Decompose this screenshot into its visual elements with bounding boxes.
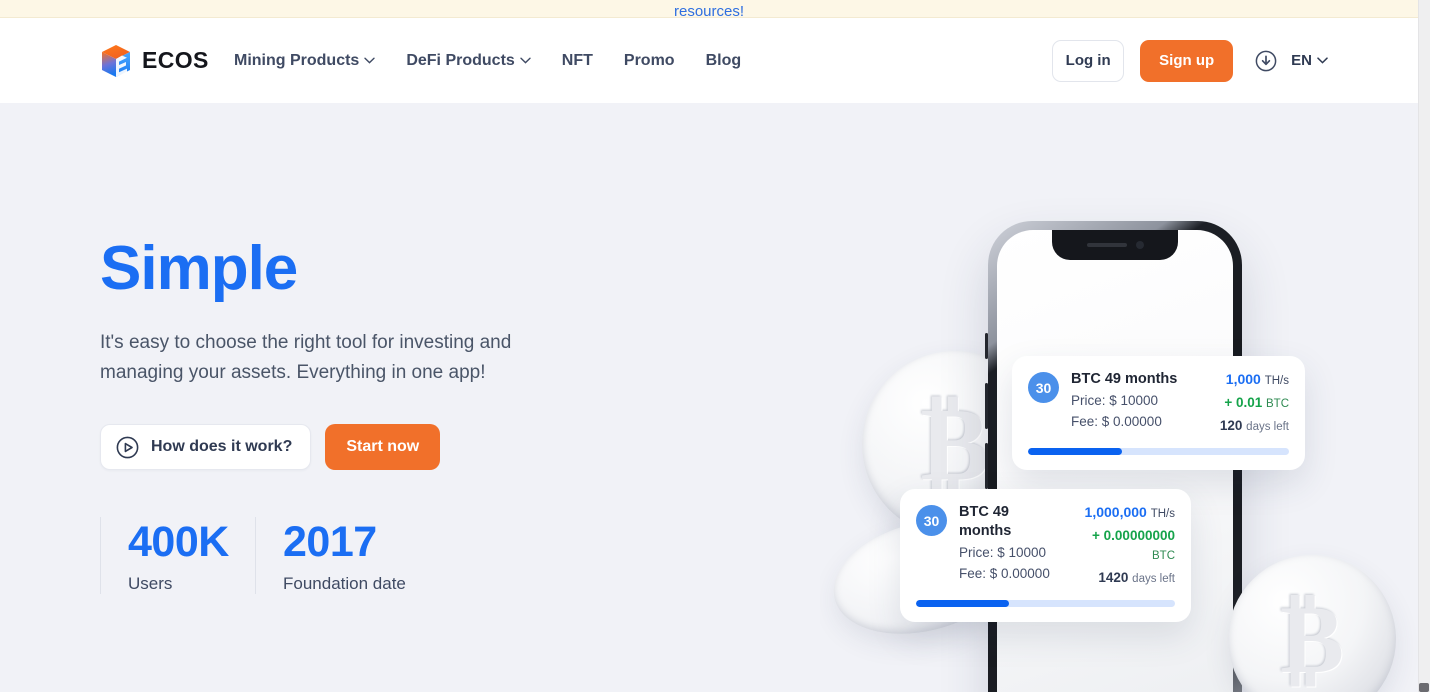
chevron-down-icon <box>364 57 376 64</box>
contract-price: Price: $ 10000 <box>1071 393 1159 408</box>
nav-item-promo[interactable]: Promo <box>624 52 675 70</box>
contract-title: BTC 49 months <box>1071 371 1178 387</box>
nav-item-nft[interactable]: NFT <box>562 52 593 70</box>
header-actions: Log in Sign up EN <box>1052 39 1328 82</box>
mining-contract-card[interactable]: 30 BTC 49 months Price: $ 10000 Fee: $ 0… <box>1012 356 1305 470</box>
profit-unit: BTC <box>1266 398 1289 410</box>
hero-illustration: ₿ ₿ ₿ 30 BTC 49 mo <box>820 103 1418 692</box>
mining-card-metrics: 1,000 TH/s + 0.01 BTC 120 days left <box>1220 370 1289 437</box>
language-selector[interactable]: EN <box>1291 52 1328 69</box>
hashrate-unit: TH/s <box>1150 508 1175 520</box>
how-does-it-work-label: How does it work? <box>151 438 293 455</box>
mining-card-details: BTC 49 months Price: $ 10000 Fee: $ 0.00… <box>959 503 1065 589</box>
promo-banner[interactable]: resources! <box>0 0 1418 18</box>
profit-unit: BTC <box>1152 550 1175 562</box>
brand-name: ECOS <box>142 47 209 73</box>
hashrate-unit: TH/s <box>1264 375 1289 387</box>
log-in-button[interactable]: Log in <box>1052 39 1125 82</box>
ecos-cube-icon <box>102 44 130 77</box>
play-circle-icon <box>116 436 139 458</box>
stat-label: Users <box>128 574 173 593</box>
phone-side-button <box>985 333 988 359</box>
contract-days-left: 120 days left <box>1220 416 1289 437</box>
nav-label: Blog <box>705 51 742 69</box>
promo-banner-text: resources! <box>673 3 745 18</box>
contract-progress-bar <box>916 600 1175 607</box>
bitcoin-symbol: ₿ <box>920 386 990 502</box>
page-scrollbar[interactable] <box>1418 0 1430 692</box>
hero-title: Simple <box>100 234 298 303</box>
stat-value: 400K <box>128 518 229 566</box>
sign-up-button[interactable]: Sign up <box>1140 39 1234 82</box>
mining-card-details: BTC 49 months Price: $ 10000 Fee: $ 0.00… <box>1071 370 1177 437</box>
nav-item-defi-products[interactable]: DeFi Products <box>406 51 531 70</box>
mining-card-body: BTC 49 months Price: $ 10000 Fee: $ 0.00… <box>959 503 1175 589</box>
nav-label: Mining Products <box>234 51 360 69</box>
site-header: ECOS Mining Products DeFi Products NFT P… <box>0 18 1418 103</box>
mining-card-row: 30 BTC 49 months Price: $ 10000 Fee: $ 0… <box>1028 370 1289 437</box>
main-nav: Mining Products DeFi Products NFT Promo … <box>234 52 741 70</box>
language-label: EN <box>1291 52 1312 69</box>
hashrate-value: 1,000 <box>1225 371 1261 387</box>
contract-progress-fill <box>916 600 1010 607</box>
contract-price: Price: $ 10000 <box>959 545 1047 560</box>
contract-profit: + 0.01 BTC <box>1224 393 1289 414</box>
hero-subtitle: It's easy to choose the right tool for i… <box>100 332 512 383</box>
nav-item-mining-products[interactable]: Mining Products <box>234 51 376 70</box>
phone-camera <box>1135 241 1144 249</box>
phone-speaker <box>1086 243 1127 247</box>
bitcoin-symbol: ₿ <box>1279 585 1345 692</box>
days-value: 1420 <box>1098 570 1129 585</box>
brand-logo[interactable]: ECOS <box>100 44 209 78</box>
chevron-down-icon <box>520 57 531 64</box>
hero-content: Simple It's easy to choose the right too… <box>100 103 720 594</box>
stat-users: 400K Users <box>100 517 255 594</box>
stat-value: 2017 <box>283 518 377 566</box>
phone-side-button <box>985 443 988 489</box>
contract-profit: + 0.00000000 BTC <box>1065 526 1175 566</box>
mining-contract-card[interactable]: 30 BTC 49 months Price: $ 10000 Fee: $ 0… <box>900 489 1191 622</box>
mining-card-row: 30 BTC 49 months Price: $ 10000 Fee: $ 0… <box>916 503 1175 589</box>
contract-fee: Fee: $ 0.00000 <box>959 566 1050 581</box>
page-root: resources! ECOS Mining Products DeFi Pro… <box>0 0 1430 692</box>
contract-progress-fill <box>1028 448 1122 455</box>
contract-title: BTC 49 months <box>959 504 1012 539</box>
profit-value: + 0.00000000 <box>1092 528 1175 543</box>
mining-card-metrics: 1,000,000 TH/s + 0.00000000 BTC 1420 day… <box>1065 503 1175 589</box>
hero-cta-row: How does it work? Start now <box>100 424 720 470</box>
hero-stats: 400K Users 2017 Foundation date <box>100 517 720 594</box>
mining-card-body: BTC 49 months Price: $ 10000 Fee: $ 0.00… <box>1071 370 1289 437</box>
contract-hashrate: 1,000,000 TH/s <box>1085 503 1175 524</box>
bitcoin-coin-decoration: ₿ <box>1228 555 1396 692</box>
nav-label: NFT <box>561 51 593 69</box>
contract-fee: Fee: $ 0.00000 <box>1071 414 1162 429</box>
contract-days-left: 1420 days left <box>1098 568 1175 589</box>
contract-hashrate: 1,000 TH/s <box>1226 370 1289 391</box>
start-now-button[interactable]: Start now <box>325 424 441 470</box>
days-value: 120 <box>1219 418 1243 433</box>
nav-label: Promo <box>623 51 675 69</box>
contract-badge: 30 <box>916 505 947 536</box>
how-does-it-work-button[interactable]: How does it work? <box>100 424 312 470</box>
scrollbar-thumb[interactable] <box>1419 683 1429 692</box>
contract-progress-bar <box>1028 448 1289 455</box>
download-circle-icon[interactable] <box>1255 50 1277 72</box>
days-unit: days left <box>1246 421 1289 433</box>
days-unit: days left <box>1132 573 1175 585</box>
contract-badge: 30 <box>1028 372 1059 403</box>
stat-foundation-date: 2017 Foundation date <box>255 517 435 594</box>
nav-item-blog[interactable]: Blog <box>706 52 742 70</box>
phone-notch <box>1052 230 1178 260</box>
nav-label: DeFi Products <box>406 51 515 69</box>
chevron-down-icon <box>1317 57 1328 64</box>
hashrate-value: 1,000,000 <box>1084 504 1147 520</box>
stat-label: Foundation date <box>283 574 406 593</box>
phone-side-button <box>985 383 988 429</box>
profit-value: + 0.01 <box>1224 395 1263 410</box>
